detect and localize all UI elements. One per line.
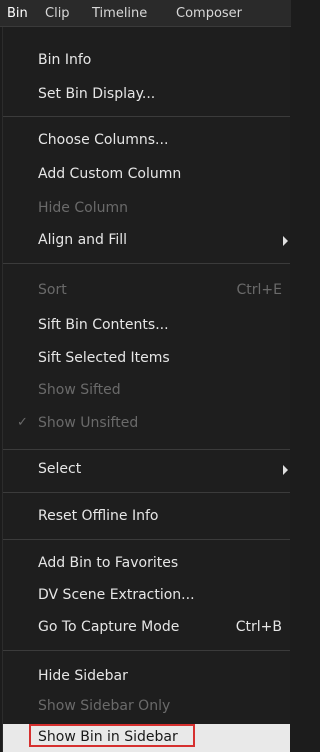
menu-item-show-bin-in-sidebar[interactable]: Show Bin in Sidebar	[3, 724, 290, 752]
menu-item-hide-column: Hide Column	[3, 195, 290, 223]
menu-timeline[interactable]: Timeline	[92, 6, 147, 21]
menu-item-set-bin-display[interactable]: Set Bin Display...	[3, 81, 290, 109]
menu-item-label: Bin Info	[38, 52, 92, 68]
menu-item-label: Add Bin to Favorites	[38, 555, 179, 571]
submenu-arrow-icon	[283, 236, 288, 246]
menu-item-hide-sidebar[interactable]: Hide Sidebar	[3, 663, 290, 691]
menu-item-label: Show Bin in Sidebar	[38, 729, 178, 745]
menu-item-label: Set Bin Display...	[38, 86, 156, 102]
menu-item-select[interactable]: Select	[3, 456, 290, 484]
menu-item-label: Sort	[38, 282, 67, 298]
menu-item-show-unsifted: ✓ Show Unsifted	[3, 410, 290, 438]
menu-item-shortcut: Ctrl+E	[236, 282, 283, 298]
menu-item-label: Choose Columns...	[38, 132, 169, 148]
menu-item-bin-info[interactable]: Bin Info	[3, 47, 290, 75]
menu-item-label: Sift Selected Items	[38, 350, 170, 366]
menu-item-label: Reset Offline Info	[38, 508, 159, 524]
menu-bin[interactable]: Bin	[7, 6, 28, 21]
menu-item-sift-selected-items[interactable]: Sift Selected Items	[3, 345, 290, 373]
menubar: Bin Clip Timeline Composer	[0, 0, 291, 27]
menu-separator	[3, 492, 290, 493]
menu-item-label: Hide Sidebar	[38, 668, 128, 684]
menu-item-shortcut: Ctrl+B	[235, 619, 282, 635]
menu-item-label: Sift Bin Contents...	[38, 317, 169, 333]
menu-item-go-to-capture-mode[interactable]: Go To Capture Mode Ctrl+B	[3, 614, 290, 642]
menu-item-label: Hide Column	[38, 200, 128, 216]
menu-item-label: DV Scene Extraction...	[38, 587, 195, 603]
menu-item-label: Add Custom Column	[38, 166, 182, 182]
menu-item-label: Align and Fill	[38, 232, 128, 248]
menu-item-add-bin-to-favorites[interactable]: Add Bin to Favorites	[3, 550, 290, 578]
menu-composer[interactable]: Composer	[176, 6, 242, 21]
menu-item-label: Go To Capture Mode	[38, 619, 180, 635]
menu-clip[interactable]: Clip	[45, 6, 70, 21]
menu-item-choose-columns[interactable]: Choose Columns...	[3, 127, 290, 155]
menu-item-sift-bin-contents[interactable]: Sift Bin Contents...	[3, 312, 290, 340]
menu-separator	[3, 650, 290, 651]
menu-item-align-and-fill[interactable]: Align and Fill	[3, 227, 290, 255]
bin-dropdown-menu: Bin Info Set Bin Display... Choose Colum…	[2, 27, 290, 752]
menu-separator	[3, 263, 290, 264]
menu-item-label: Show Sidebar Only	[38, 698, 171, 714]
menu-item-dv-scene-extraction[interactable]: DV Scene Extraction...	[3, 582, 290, 610]
menu-item-show-sifted: Show Sifted	[3, 377, 290, 405]
submenu-arrow-icon	[283, 465, 288, 475]
menu-item-add-custom-column[interactable]: Add Custom Column	[3, 161, 290, 189]
menu-item-label: Show Sifted	[38, 382, 121, 398]
menu-item-label: Select	[38, 461, 82, 477]
menu-separator	[3, 116, 290, 117]
checkmark-icon: ✓	[17, 415, 28, 430]
menu-item-show-sidebar-only: Show Sidebar Only	[3, 693, 290, 721]
menu-item-label: Show Unsifted	[38, 415, 139, 431]
menu-separator	[3, 449, 290, 450]
menu-item-sort: Sort Ctrl+E	[3, 277, 290, 305]
menu-item-reset-offline-info[interactable]: Reset Offline Info	[3, 503, 290, 531]
menu-separator	[3, 539, 290, 540]
